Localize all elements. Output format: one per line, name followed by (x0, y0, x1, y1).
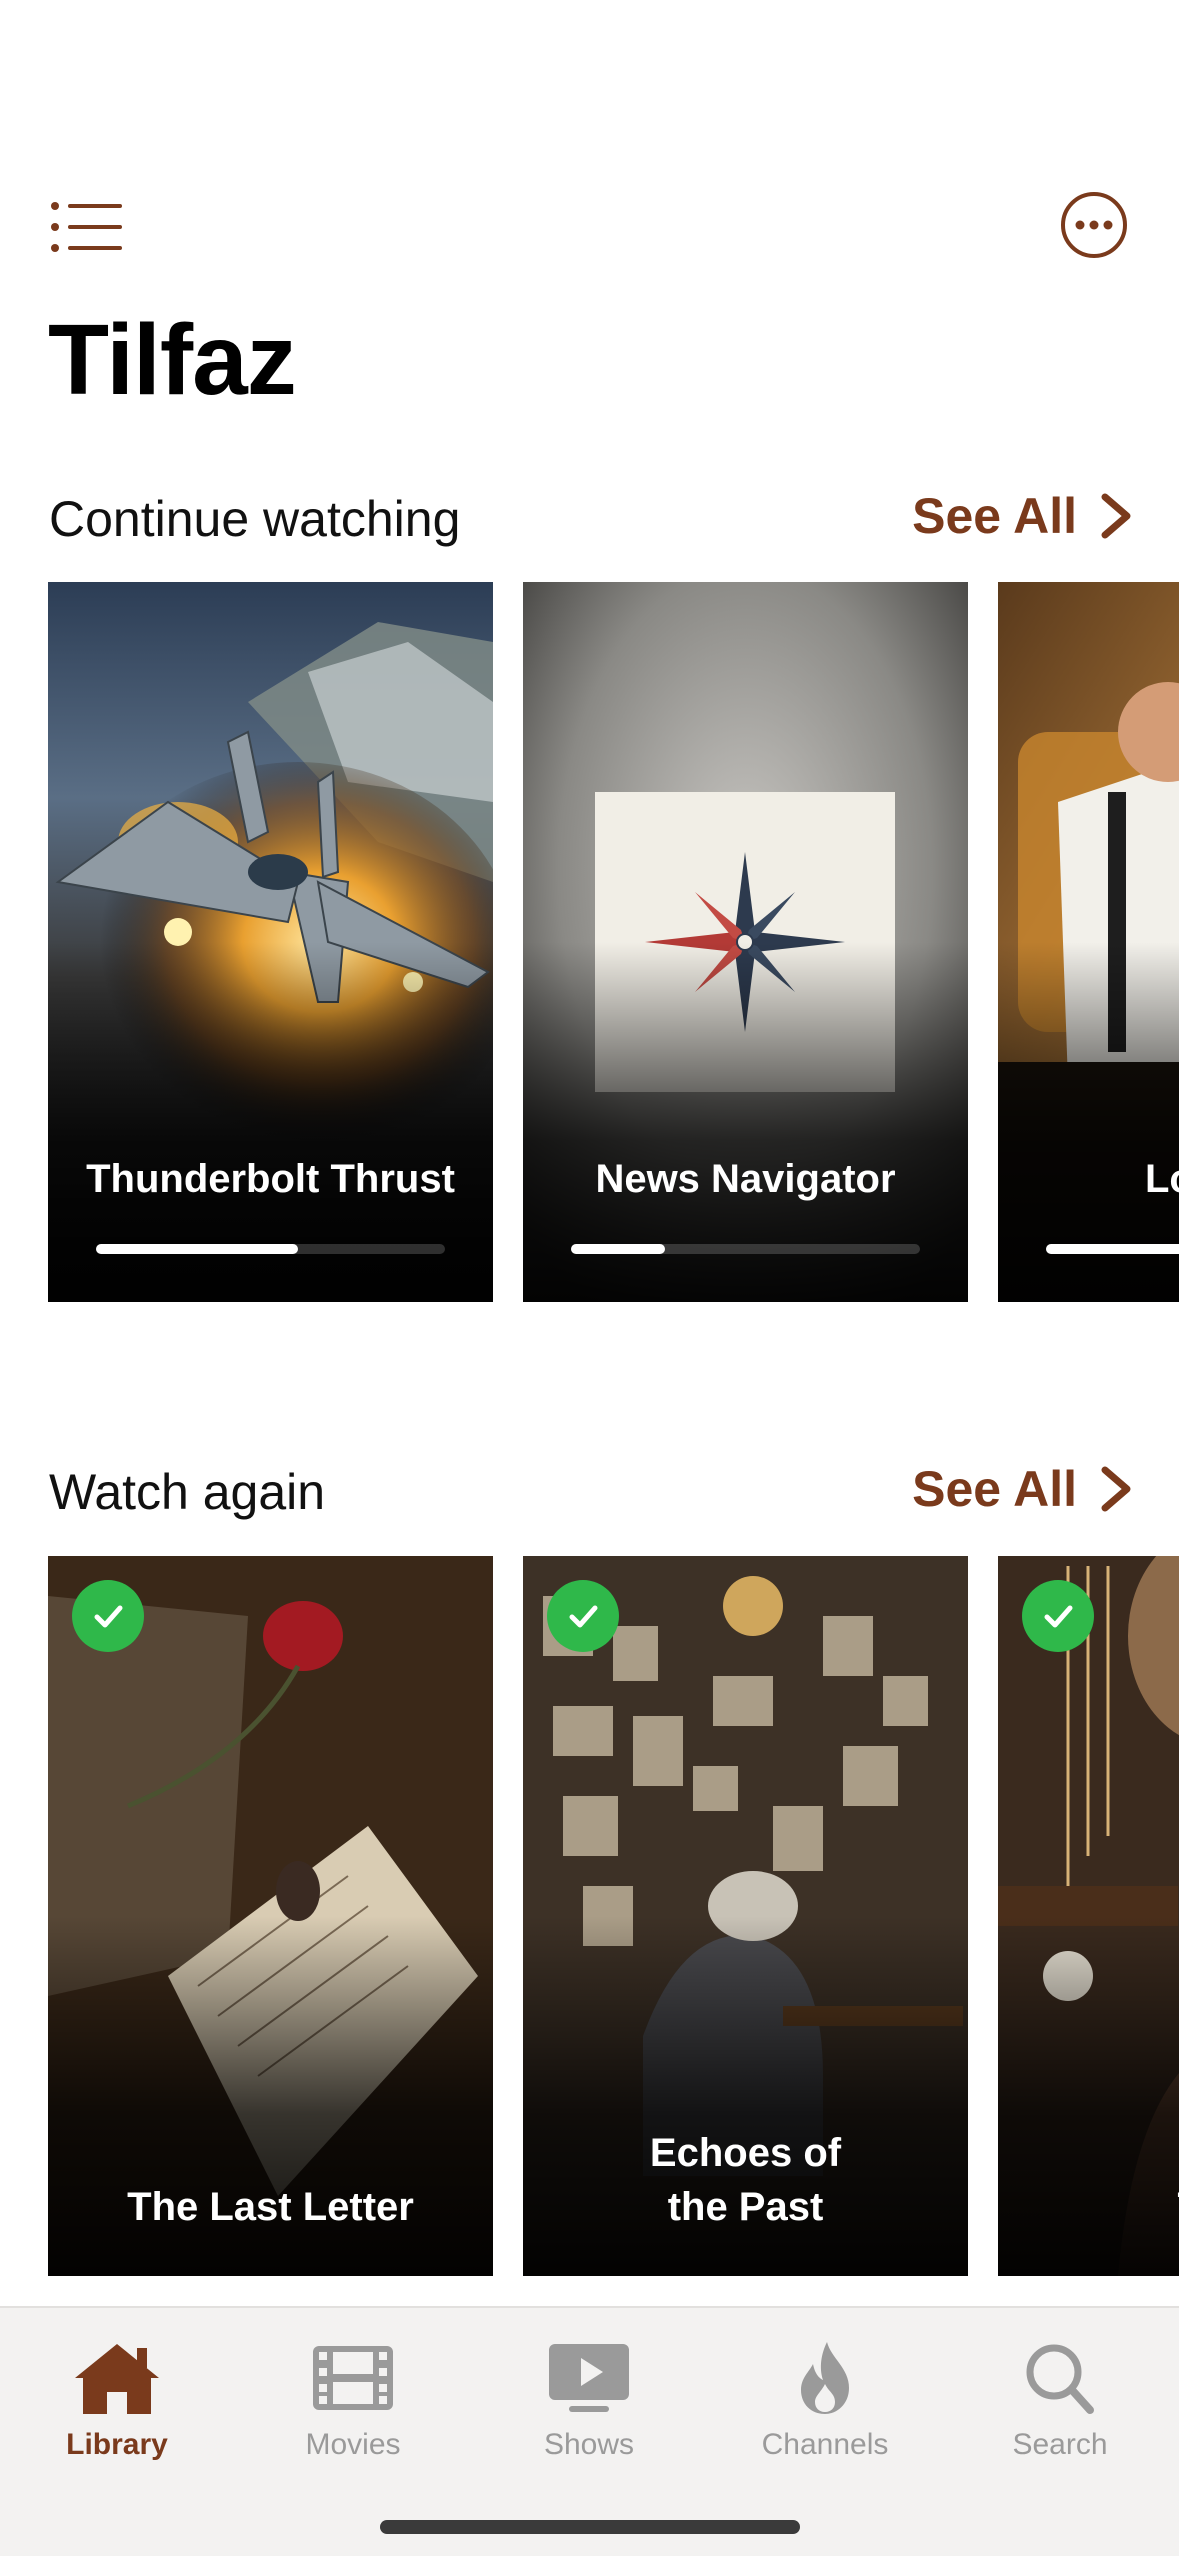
page-title: Tilfaz (48, 304, 297, 416)
checkmark-icon (94, 1605, 123, 1628)
flame-icon (801, 2342, 849, 2414)
search-icon (1026, 2344, 1094, 2414)
progress-fill (571, 1244, 666, 1254)
checkmark-icon (1044, 1605, 1073, 1628)
more-button[interactable] (1059, 190, 1129, 260)
list-icon (51, 202, 122, 252)
card-title: Thunderbolt Thrust (86, 1157, 455, 1201)
progress-fill (96, 1244, 299, 1254)
tab-search[interactable]: Search (970, 2338, 1150, 2478)
tab-label: Shows (543, 2428, 635, 2461)
continue-watching-card[interactable]: News Navigator (523, 582, 968, 1302)
section-title: Continue watching (49, 491, 461, 547)
ellipsis-circle-icon (1061, 192, 1127, 258)
watch-again-card[interactable]: Twili (998, 1556, 1179, 2276)
see-all-label: See All (912, 1461, 1077, 1517)
watch-again-header: Watch again See All (0, 1455, 1179, 1525)
watch-again-card[interactable]: The Last Letter (48, 1556, 493, 2276)
tab-label: Channels (761, 2428, 889, 2461)
watch-again-row: The Last Letter Echoes of the Past (0, 1556, 1179, 2276)
section-title: Watch again (49, 1464, 326, 1520)
tab-shows[interactable]: Shows (499, 2338, 679, 2478)
continue-watching-card[interactable]: Thunderbolt Thrust (48, 582, 493, 1302)
see-all-button[interactable]: See All (912, 486, 1133, 546)
card-title: The Last Letter (127, 2185, 414, 2229)
progress-bar (96, 1244, 445, 1254)
watched-badge (547, 1580, 619, 1652)
card-title: Twili (1048, 2180, 1179, 2234)
tv-play-icon (549, 2344, 629, 2412)
home-indicator (380, 2520, 800, 2534)
continue-watching-card[interactable]: Lo Othe (998, 582, 1179, 1302)
menu-button[interactable] (50, 200, 124, 254)
see-all-button[interactable]: See All (912, 1459, 1133, 1519)
watch-again-card[interactable]: Echoes of the Past (523, 1556, 968, 2276)
film-icon (313, 2346, 393, 2410)
progress-fill (1046, 1244, 1179, 1254)
house-icon (75, 2344, 159, 2414)
watched-badge (72, 1580, 144, 1652)
chevron-right-icon (1101, 1466, 1131, 1512)
tab-channels[interactable]: Channels (735, 2338, 915, 2478)
tab-label: Movies (305, 2428, 401, 2461)
continue-watching-row: Thunderbolt Thrust News Navigator L (0, 582, 1179, 1302)
top-toolbar (0, 190, 1179, 264)
continue-watching-header: Continue watching See All (0, 482, 1179, 552)
progress-bar (571, 1244, 920, 1254)
progress-bar (1046, 1244, 1179, 1254)
tab-label: Library (66, 2428, 168, 2461)
tab-label: Search (1012, 2428, 1108, 2461)
card-title: News Navigator (595, 1157, 896, 1201)
checkmark-icon (569, 1605, 598, 1628)
watched-badge (1022, 1580, 1094, 1652)
chevron-right-icon (1101, 493, 1131, 539)
tab-movies[interactable]: Movies (263, 2338, 443, 2478)
tab-bar: Library Movies Shows Channels Search (0, 2306, 1179, 2556)
card-title: Echoes of the Past (649, 2131, 842, 2229)
tab-library[interactable]: Library (27, 2338, 207, 2478)
card-title: Lo Othe (1144, 1157, 1179, 1201)
see-all-label: See All (912, 488, 1077, 544)
